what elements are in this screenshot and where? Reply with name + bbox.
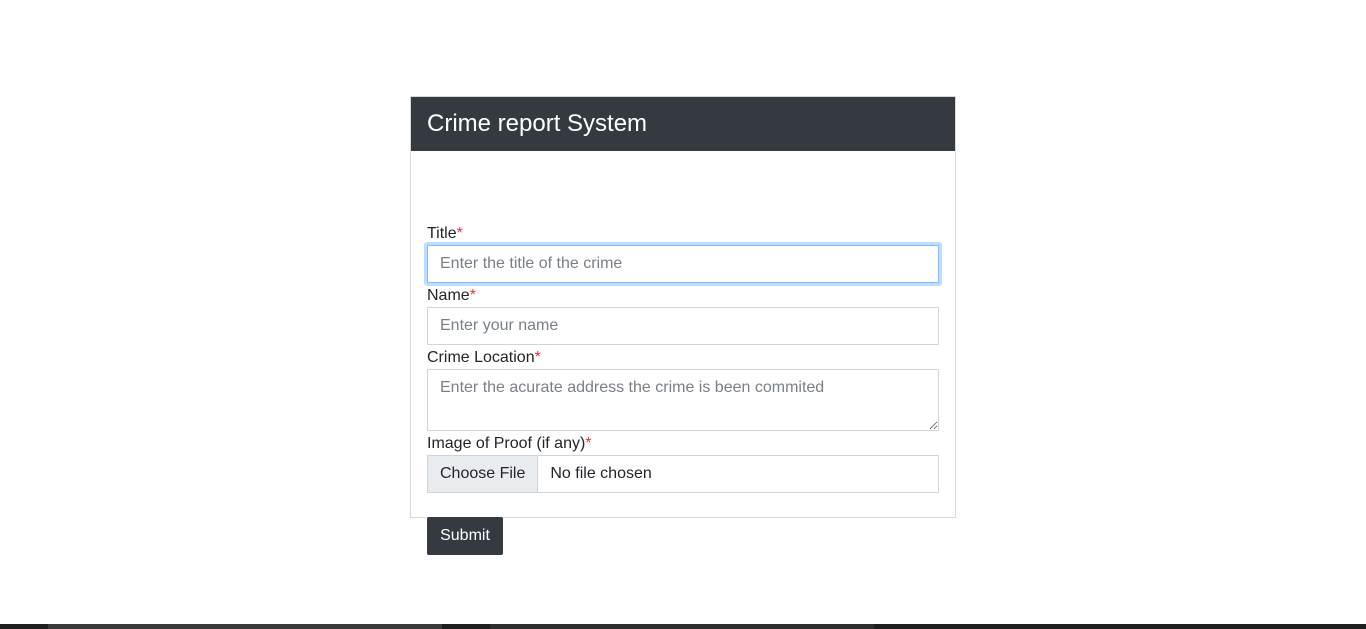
bottom-edge-bar — [0, 624, 1366, 629]
title-label: Title* — [427, 225, 463, 242]
file-status-text: No file chosen — [550, 465, 652, 482]
submit-button[interactable]: Submit — [427, 517, 503, 555]
required-mark: * — [469, 287, 476, 304]
bottom-bar-segment — [48, 624, 442, 629]
bottom-bar-segment — [490, 624, 874, 629]
name-input[interactable] — [427, 307, 939, 345]
page-title: Crime report System — [427, 110, 648, 137]
name-label: Name* — [427, 287, 476, 304]
image-file-input[interactable]: Choose File No file chosen — [427, 455, 939, 493]
required-mark: * — [456, 225, 463, 242]
image-label: Image of Proof (if any)* — [427, 435, 592, 452]
required-mark: * — [534, 349, 541, 366]
choose-file-button[interactable]: Choose File — [428, 456, 539, 492]
location-label: Crime Location* — [427, 349, 541, 366]
card-header: Crime report System — [411, 97, 955, 151]
location-textarea[interactable] — [427, 369, 939, 431]
crime-report-card: Crime report System Title* Name* Crime L… — [410, 96, 956, 555]
title-input[interactable] — [427, 245, 939, 283]
required-mark: * — [585, 435, 592, 452]
